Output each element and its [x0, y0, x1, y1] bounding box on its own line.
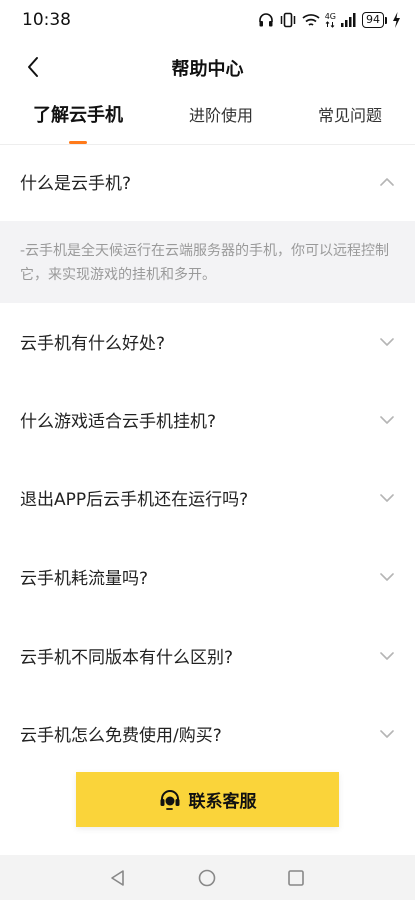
chevron-up-icon — [380, 178, 394, 186]
faq-question: 云手机耗流量吗? — [20, 569, 149, 589]
faq-question: 什么是云手机? — [20, 174, 132, 194]
contact-support-button[interactable]: 联系客服 — [76, 772, 339, 827]
chevron-down-icon — [380, 416, 394, 424]
status-bar: 10:38 4G 94 — [0, 0, 415, 40]
chevron-down-icon — [380, 730, 394, 738]
faq-question: 云手机有什么好处? — [20, 334, 166, 354]
system-nav-bar — [0, 855, 415, 900]
status-time: 10:38 — [22, 10, 71, 30]
faq-answer: -云手机是全天候运行在云端服务器的手机，你可以远程控制它，来实现游戏的挂机和多开… — [0, 221, 415, 303]
nav-recents-icon[interactable] — [286, 868, 306, 888]
header: 帮助中心 — [0, 40, 415, 92]
wifi-icon — [302, 13, 320, 26]
faq-question: 退出APP后云手机还在运行吗? — [20, 490, 249, 510]
nav-back-icon[interactable] — [108, 868, 128, 888]
status-icons: 4G 94 — [258, 10, 401, 30]
faq-question: 什么游戏适合云手机挂机? — [20, 412, 217, 432]
headphones-icon — [258, 13, 273, 27]
vibrate-icon — [280, 12, 295, 28]
tab-bar: 了解云手机 进阶使用 常见问题 — [0, 92, 415, 144]
network-label: 4G — [324, 11, 336, 21]
battery-level: 94 — [362, 12, 384, 28]
tab-faq[interactable]: 常见问题 — [318, 102, 382, 126]
battery-tip — [385, 16, 387, 24]
faq-item[interactable]: 云手机不同版本有什么区别? — [0, 617, 415, 695]
faq-item[interactable]: 云手机耗流量吗? — [0, 538, 415, 616]
chevron-down-icon — [380, 338, 394, 346]
faq-item[interactable]: 什么是云手机? — [0, 143, 415, 221]
contact-support-label: 联系客服 — [188, 792, 257, 812]
faq-question: 云手机怎么免费使用/购买? — [20, 726, 222, 746]
tab-learn[interactable]: 了解云手机 — [33, 101, 123, 127]
faq-item[interactable]: 退出APP后云手机还在运行吗? — [0, 459, 415, 537]
chevron-down-icon — [380, 652, 394, 660]
headset-icon — [160, 789, 179, 810]
signal-icon — [341, 13, 356, 27]
faq-question: 云手机不同版本有什么区别? — [20, 648, 234, 668]
nav-home-icon[interactable] — [197, 868, 217, 888]
network-indicator: 4G — [324, 11, 336, 28]
chevron-down-icon — [380, 573, 394, 581]
chevron-down-icon — [380, 494, 394, 502]
data-arrows-icon — [325, 20, 335, 28]
faq-item[interactable]: 什么游戏适合云手机挂机? — [0, 381, 415, 459]
charging-icon — [393, 12, 400, 28]
page-title: 帮助中心 — [171, 59, 244, 80]
tab-advanced[interactable]: 进阶使用 — [189, 102, 253, 126]
battery-indicator: 94 — [362, 12, 387, 28]
faq-item[interactable]: 云手机有什么好处? — [0, 303, 415, 381]
faq-item[interactable]: 云手机怎么免费使用/购买? — [0, 695, 415, 773]
